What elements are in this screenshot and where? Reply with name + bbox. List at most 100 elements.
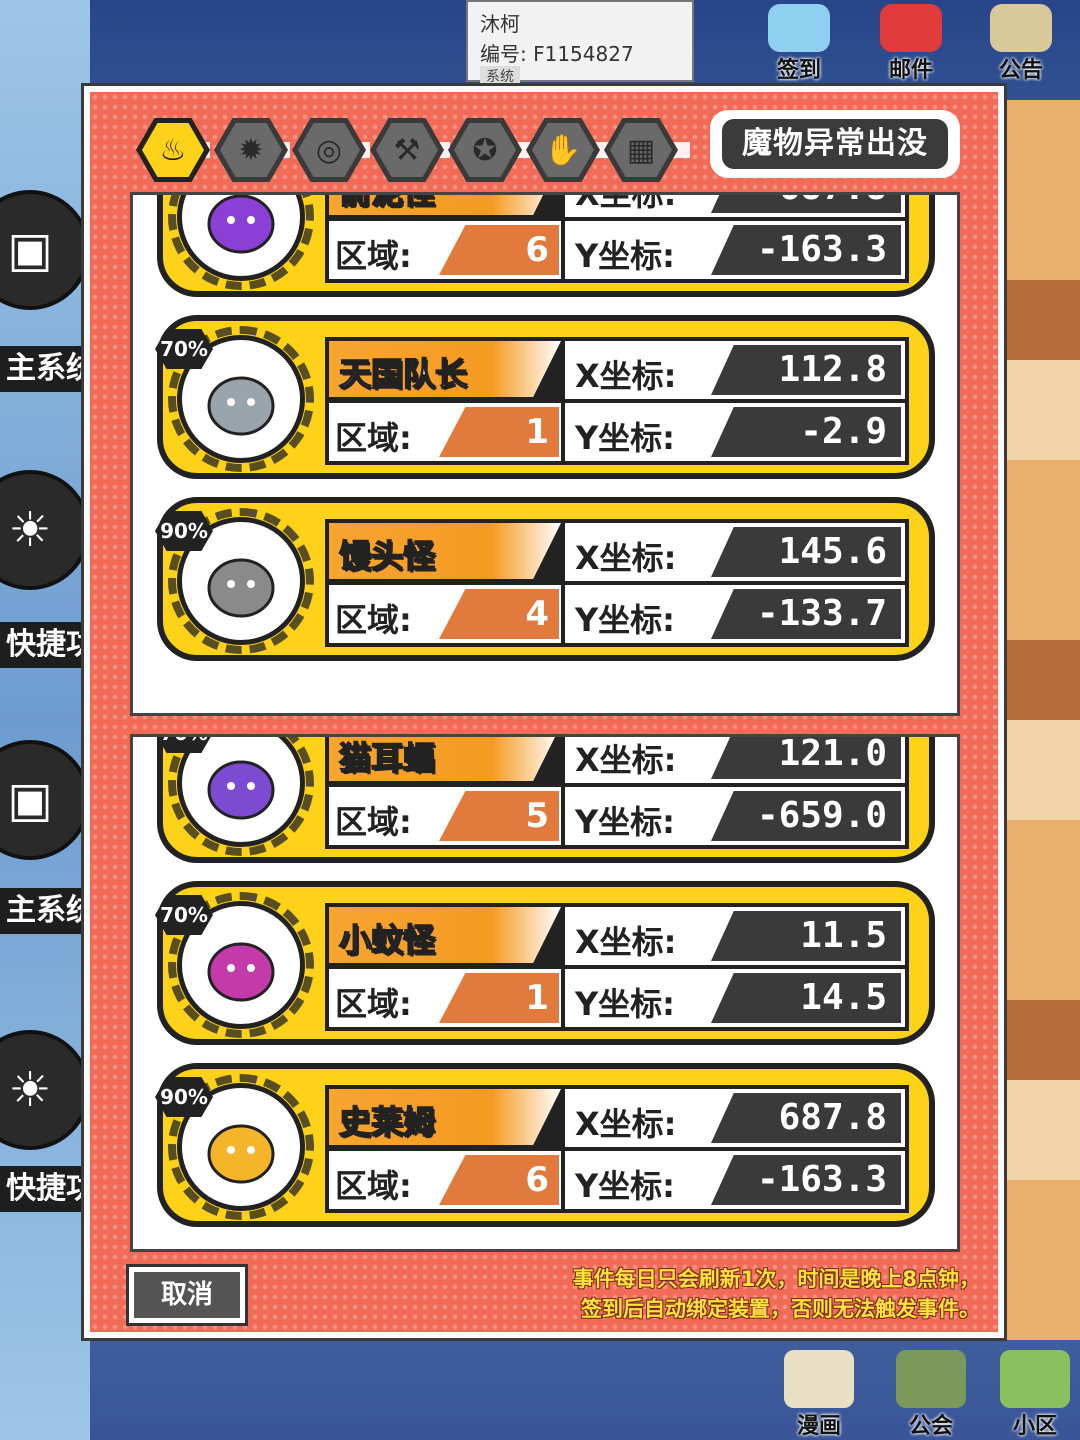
x-coordinate-cell: X坐标: 11.5: [565, 907, 905, 965]
x-label: X坐标:: [575, 741, 677, 779]
x-label: X坐标:: [575, 192, 677, 213]
monster-list-lower[interactable]: 70% 猫耳蝠 区域: 5 X坐标: 121.0: [130, 734, 960, 1252]
checkin-button[interactable]: 签到: [756, 4, 842, 84]
category-tabs: ♨ ✹ ◎ ⚒ ✪ ✋ ▦: [120, 108, 740, 188]
y-value: -163.3: [711, 1155, 901, 1205]
system-tag: 系统: [480, 66, 520, 86]
x-value: 145.6: [711, 527, 901, 577]
spawn-chance-badge: 90%: [155, 511, 213, 551]
tab-hammer[interactable]: ⚒: [370, 118, 444, 182]
area-label: 区域:: [335, 1167, 412, 1205]
area-value: 1: [439, 407, 559, 457]
main-system-label-2[interactable]: 主系统: [0, 888, 90, 934]
y-value: 14.5: [711, 973, 901, 1023]
y-coordinate-cell: Y坐标: -163.3: [565, 221, 905, 279]
cancel-button-label: 取消: [134, 1272, 240, 1318]
x-coordinate-cell: X坐标: 687.8: [565, 1089, 905, 1147]
monster-info: 箭泥怪 区域: 6 X坐标: 687.8 Y坐标: -163.3: [325, 192, 909, 283]
tab-flame-ring[interactable]: ✹: [214, 118, 288, 182]
monster-row[interactable]: 70% 猫耳蝠 区域: 5 X坐标: 121.0: [155, 737, 935, 863]
y-coordinate-cell: Y坐标: 14.5: [565, 969, 905, 1027]
x-coordinate-cell: X坐标: 687.8: [565, 192, 905, 217]
monster-name-cell: 天国队长: [329, 341, 561, 397]
area-cell: 区域: 5: [329, 787, 561, 845]
grid-icon: ▦: [610, 123, 672, 177]
x-value: 11.5: [711, 911, 901, 961]
monster-row[interactable]: 70% 天国队长 区域: 1 X坐标: 112.8 Y坐标: -2.9: [155, 315, 935, 479]
event-notice: 事件每日只会刷新1次，时间是晚上8点钟， 签到后自动绑定装置，否则无法触发事件。: [420, 1264, 980, 1324]
area-label: 区域:: [335, 419, 412, 457]
monster-name: 馒头怪: [338, 536, 436, 576]
main-system-label[interactable]: 主系统: [0, 346, 90, 392]
monster-row[interactable]: 箭泥怪 区域: 6 X坐标: 687.8 Y坐标: -163.3: [157, 192, 935, 297]
x-label: X坐标:: [575, 1105, 677, 1143]
tab-hand[interactable]: ✋: [526, 118, 600, 182]
monster-row[interactable]: 70% 小蚊怪 区域: 1 X坐标: 11.5 Y坐标: 14.5: [155, 881, 935, 1045]
monster-row[interactable]: 90% 史莱姆 区域: 6 X坐标: 687.8 Y坐标: -163.3: [155, 1063, 935, 1227]
x-label: X坐标:: [575, 539, 677, 577]
tab-star-badge[interactable]: ✪: [448, 118, 522, 182]
guild-button[interactable]: 公会: [886, 1340, 976, 1440]
avatar-ring: [168, 195, 314, 290]
y-label: Y坐标:: [575, 1167, 675, 1205]
monster-event-dialog: ♨ ✹ ◎ ⚒ ✪ ✋ ▦ 魔物异常出没 箭泥怪 区域: 6 X坐标: Y坐标:…: [84, 86, 1004, 1338]
fire-icon: ♨: [142, 123, 204, 177]
monster-row[interactable]: 90% 馒头怪 区域: 4 X坐标: 145.6 Y坐标: -133.7: [155, 497, 935, 661]
mail-button[interactable]: 邮件: [868, 4, 954, 84]
area-value: 5: [439, 791, 559, 841]
tab-fire[interactable]: ♨: [136, 118, 210, 182]
y-value: -659.0: [711, 791, 901, 841]
x-label: X坐标:: [575, 357, 677, 395]
monster-name-cell: 史莱姆: [329, 1089, 561, 1145]
announcement-button[interactable]: 公告: [978, 4, 1064, 84]
x-value: 687.8: [711, 1093, 901, 1143]
right-scenery: [1000, 100, 1080, 1340]
monster-info: 天国队长 区域: 1 X坐标: 112.8 Y坐标: -2.9: [325, 337, 909, 465]
y-label: Y坐标:: [575, 803, 675, 841]
quick-function-label-2[interactable]: 快捷功: [0, 1166, 90, 1212]
spawn-chance-badge: 90%: [155, 1077, 213, 1117]
x-coordinate-cell: X坐标: 112.8: [565, 341, 905, 399]
y-label: Y坐标:: [575, 985, 675, 1023]
y-coordinate-cell: Y坐标: -2.9: [565, 403, 905, 461]
tab-coins[interactable]: ◎: [292, 118, 366, 182]
comics-icon: [784, 1350, 854, 1408]
player-profile[interactable]: 沐柯 编号: F1154827 系统: [466, 0, 694, 86]
area-cell: 区域: 6: [329, 1151, 561, 1209]
area-value: 6: [439, 225, 559, 275]
monster-name: 小蚊怪: [338, 920, 436, 960]
star-badge-icon: ✪: [454, 123, 516, 177]
guild-icon: [896, 1350, 966, 1408]
area-label: 区域:: [335, 985, 412, 1023]
spawn-chance-badge: 70%: [155, 329, 213, 369]
comics-button[interactable]: 漫画: [774, 1340, 864, 1440]
quick-function-label[interactable]: 快捷功: [0, 622, 90, 668]
y-coordinate-cell: Y坐标: -163.3: [565, 1151, 905, 1209]
mail-icon: [880, 4, 942, 52]
x-value: 121.0: [711, 737, 901, 779]
x-value: 112.8: [711, 345, 901, 395]
y-coordinate-cell: Y坐标: -659.0: [565, 787, 905, 845]
district-icon: [1000, 1350, 1070, 1408]
monster-avatar: [168, 195, 314, 290]
area-cell: 区域: 4: [329, 585, 561, 643]
monster-name: 箭泥怪: [338, 192, 436, 212]
y-value: -133.7: [711, 589, 901, 639]
area-cell: 区域: 1: [329, 969, 561, 1027]
x-value: 687.8: [711, 195, 901, 213]
coins-icon: ◎: [298, 123, 360, 177]
mail-label: 邮件: [888, 58, 933, 83]
district-button[interactable]: 小区: [990, 1340, 1080, 1440]
tab-grid[interactable]: ▦: [604, 118, 678, 182]
monster-name: 史莱姆: [338, 1102, 436, 1142]
monster-list-upper[interactable]: 箭泥怪 区域: 6 X坐标: 687.8 Y坐标: -163.3 70%: [130, 192, 960, 716]
player-uid: 编号: F1154827: [480, 42, 634, 66]
announcement-label: 公告: [998, 58, 1043, 83]
area-cell: 区域: 6: [329, 221, 561, 279]
player-name: 沐柯: [480, 12, 520, 36]
monster-name-cell: 猫耳蝠: [329, 737, 561, 781]
monster-info: 小蚊怪 区域: 1 X坐标: 11.5 Y坐标: 14.5: [325, 903, 909, 1031]
area-cell: 区域: 1: [329, 403, 561, 461]
monster-name-cell: 馒头怪: [329, 523, 561, 579]
cancel-button[interactable]: 取消: [126, 1264, 248, 1326]
